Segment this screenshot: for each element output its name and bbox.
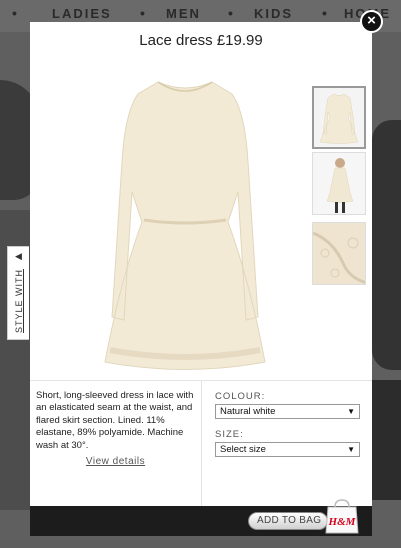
add-to-bag-button[interactable]: ADD TO BAG <box>248 512 328 530</box>
dress-shape <box>104 81 266 370</box>
colour-label: COLOUR: <box>215 391 266 402</box>
style-with-label: STYLE WITH <box>13 268 24 334</box>
nav-separator: • <box>228 5 233 21</box>
brand-logo: H&M <box>328 516 357 528</box>
background-image <box>372 120 401 370</box>
caret-down-icon: ▼ <box>347 445 355 454</box>
thumbnail-model-image <box>313 153 365 214</box>
product-quick-view-modal: Lace dress £19.99 ◀ STYLE WITH Short, lo… <box>7 22 372 536</box>
thumbnail-model[interactable] <box>312 152 366 215</box>
thumbnail-dress-front[interactable] <box>312 86 366 149</box>
divider <box>201 381 202 506</box>
nav-item-kids[interactable]: KIDS <box>254 6 293 21</box>
caret-down-icon: ▼ <box>347 407 355 416</box>
view-details-link[interactable]: View details <box>30 456 201 467</box>
arrow-left-icon: ◀ <box>15 251 22 261</box>
product-title: Lace dress £19.99 <box>139 32 263 49</box>
colour-select[interactable]: Natural white ▼ <box>215 404 360 419</box>
thumbnail-lace-image <box>313 223 365 284</box>
nav-separator: • <box>12 5 17 21</box>
bottom-bar: ADD TO BAG H&M <box>30 499 372 536</box>
thumbnail-lace-detail[interactable] <box>312 222 366 285</box>
product-main-image <box>104 81 266 370</box>
style-with-tab[interactable]: ◀ STYLE WITH <box>7 246 29 340</box>
nav-item-ladies[interactable]: LADIES <box>52 6 112 21</box>
thumbnail-dress-image <box>319 93 359 144</box>
product-description: Short, long-sleeved dress in lace with a… <box>36 390 194 451</box>
shopping-bag-icon[interactable]: H&M <box>322 498 362 534</box>
size-select[interactable]: Select size ▼ <box>215 442 360 457</box>
nav-separator: • <box>140 5 145 21</box>
colour-select-value: Natural white <box>220 406 276 417</box>
background-image <box>372 380 401 500</box>
nav-separator: • <box>322 5 327 21</box>
size-select-value: Select size <box>220 444 266 455</box>
nav-item-men[interactable]: MEN <box>166 6 201 21</box>
close-button[interactable]: × <box>360 10 383 33</box>
size-label: SIZE: <box>215 429 244 440</box>
